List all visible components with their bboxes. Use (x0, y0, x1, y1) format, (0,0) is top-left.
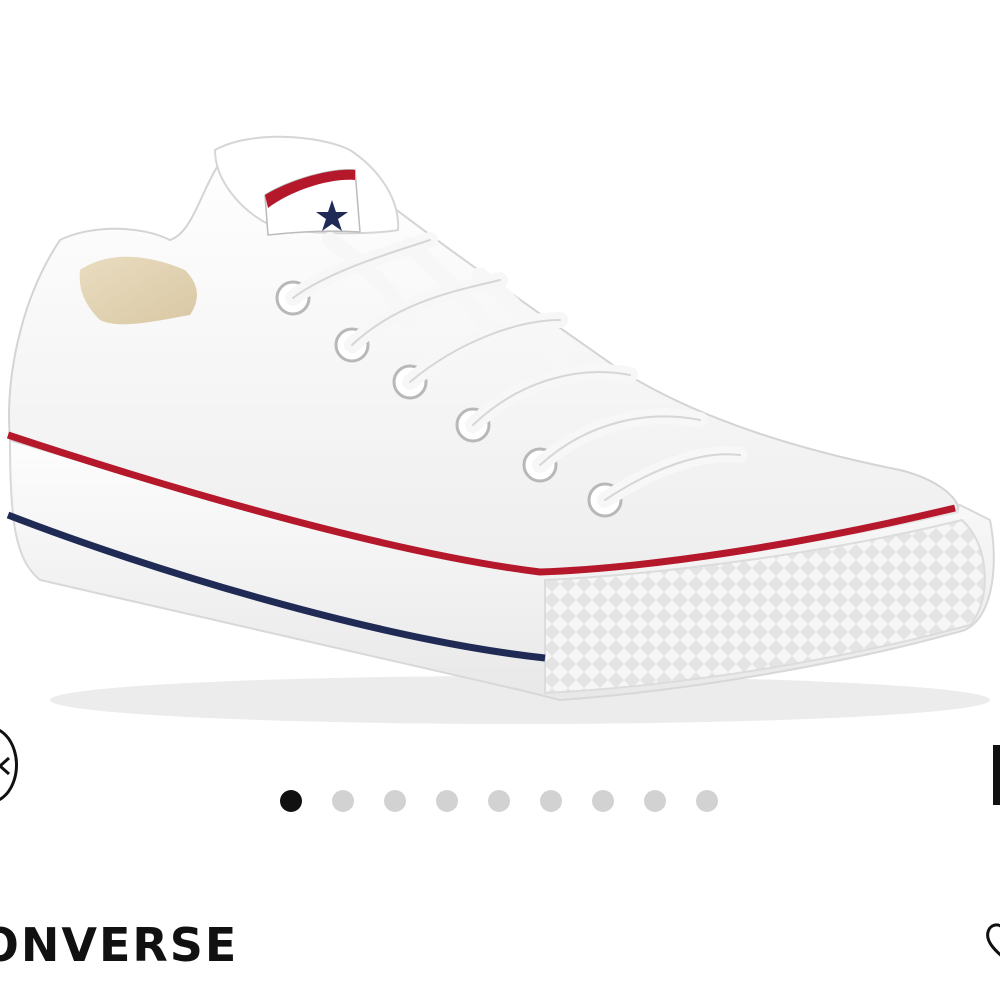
carousel-dot[interactable] (644, 790, 666, 812)
product-detail-screen: CONVERSE (0, 0, 1000, 1000)
carousel-dot[interactable] (592, 790, 614, 812)
product-image[interactable] (0, 0, 1000, 760)
carousel-dot[interactable] (540, 790, 562, 812)
carousel-dot[interactable] (436, 790, 458, 812)
carousel-dot[interactable] (488, 790, 510, 812)
carousel-next-button[interactable] (993, 745, 1000, 805)
carousel-dot[interactable] (332, 790, 354, 812)
carousel-dot[interactable] (280, 790, 302, 812)
heart-icon[interactable] (984, 908, 1000, 968)
carousel-pagination (280, 790, 748, 814)
carousel-dot[interactable] (384, 790, 406, 812)
carousel-dot[interactable] (696, 790, 718, 812)
product-brand[interactable]: CONVERSE (0, 918, 238, 972)
chevron-left-icon (0, 756, 10, 776)
